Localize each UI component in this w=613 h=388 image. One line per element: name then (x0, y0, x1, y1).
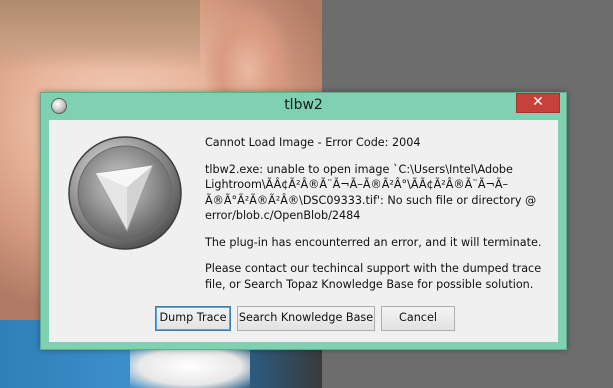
error-notice: The plug-in has encounterred an error, a… (205, 235, 542, 249)
background-photo-highlight (130, 345, 250, 388)
topaz-logo-icon (68, 136, 182, 250)
error-message: Cannot Load Image - Error Code: 2004 tlb… (205, 135, 550, 303)
dialog-title: tlbw2 (284, 97, 323, 113)
dialog-titlebar[interactable]: tlbw2 ✕ (41, 93, 566, 119)
dialog-body: Cannot Load Image - Error Code: 2004 tlb… (49, 120, 558, 342)
close-button[interactable]: ✕ (516, 93, 560, 113)
close-icon: ✕ (532, 94, 544, 110)
cancel-button[interactable]: Cancel (381, 306, 455, 331)
error-detail: tlbw2.exe: unable to open image `C:\User… (205, 162, 537, 223)
error-contact: Please contact our techincal support wit… (205, 262, 542, 291)
desktop-background: tlbw2 ✕ Cannot Load Image - Error Code: … (0, 0, 613, 388)
dump-trace-button[interactable]: Dump Trace (155, 306, 231, 331)
error-heading: Cannot Load Image - Error Code: 2004 (205, 136, 421, 149)
background-photo-hair (0, 0, 200, 70)
error-dialog: tlbw2 ✕ Cannot Load Image - Error Code: … (40, 92, 567, 350)
search-knowledge-base-button[interactable]: Search Knowledge Base (237, 306, 375, 331)
